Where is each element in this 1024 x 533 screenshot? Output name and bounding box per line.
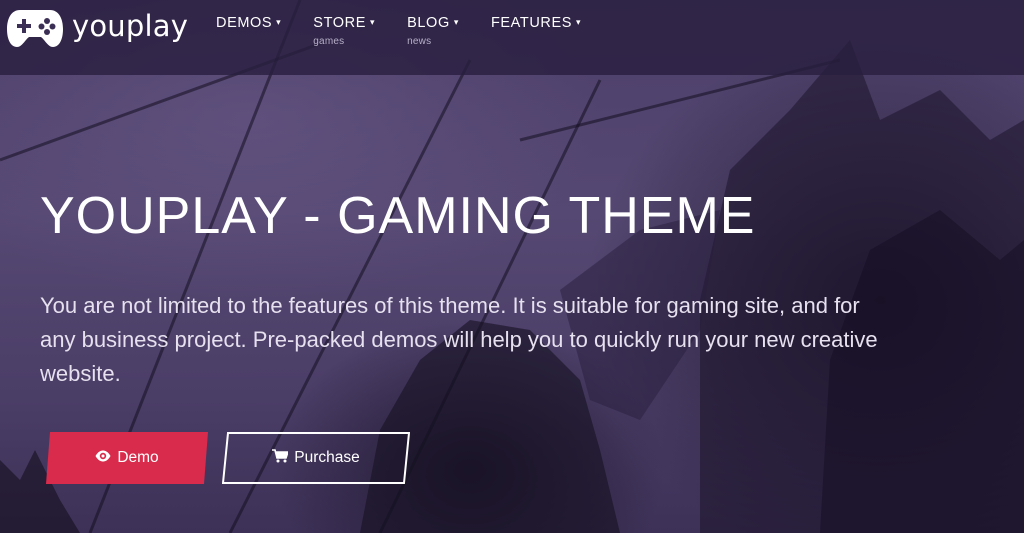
purchase-button-label: Purchase xyxy=(294,449,360,466)
eye-icon xyxy=(95,449,111,467)
brand-name: youplay xyxy=(72,9,189,43)
chevron-down-icon: ▾ xyxy=(576,17,582,27)
demo-button[interactable]: Demo xyxy=(46,432,208,484)
chevron-down-icon: ▾ xyxy=(370,17,376,27)
chevron-down-icon: ▾ xyxy=(276,17,282,27)
nav-label-store: STORE xyxy=(313,15,366,31)
top-navbar: youplay DEMOS ▾ STORE ▾ games BLOG ▾ news F… xyxy=(0,0,1024,75)
nav-item-blog[interactable]: BLOG ▾ news xyxy=(407,14,459,47)
nav-label-blog: BLOG xyxy=(407,15,450,31)
hero-title: YOUPLAY - GAMING THEME xyxy=(40,187,756,245)
nav-item-store[interactable]: STORE ▾ games xyxy=(313,14,375,47)
purchase-button[interactable]: Purchase xyxy=(222,432,410,484)
nav-item-demos[interactable]: DEMOS ▾ xyxy=(216,14,281,47)
nav-sub-blog: news xyxy=(407,36,432,47)
nav-item-features[interactable]: FEATURES ▾ xyxy=(491,14,581,47)
main-nav: DEMOS ▾ STORE ▾ games BLOG ▾ news FEATURES ▾ xyxy=(216,14,613,47)
shopping-cart-icon xyxy=(272,448,290,468)
chevron-down-icon: ▾ xyxy=(453,17,459,27)
nav-sub-store: games xyxy=(313,36,345,47)
brand-logo[interactable]: youplay xyxy=(6,7,188,49)
nav-label-demos: DEMOS xyxy=(216,15,273,31)
gamepad-icon xyxy=(6,7,64,49)
hero-description: You are not limited to the features of t… xyxy=(40,293,878,386)
demo-button-label: Demo xyxy=(117,449,159,466)
nav-label-features: FEATURES xyxy=(490,15,573,31)
